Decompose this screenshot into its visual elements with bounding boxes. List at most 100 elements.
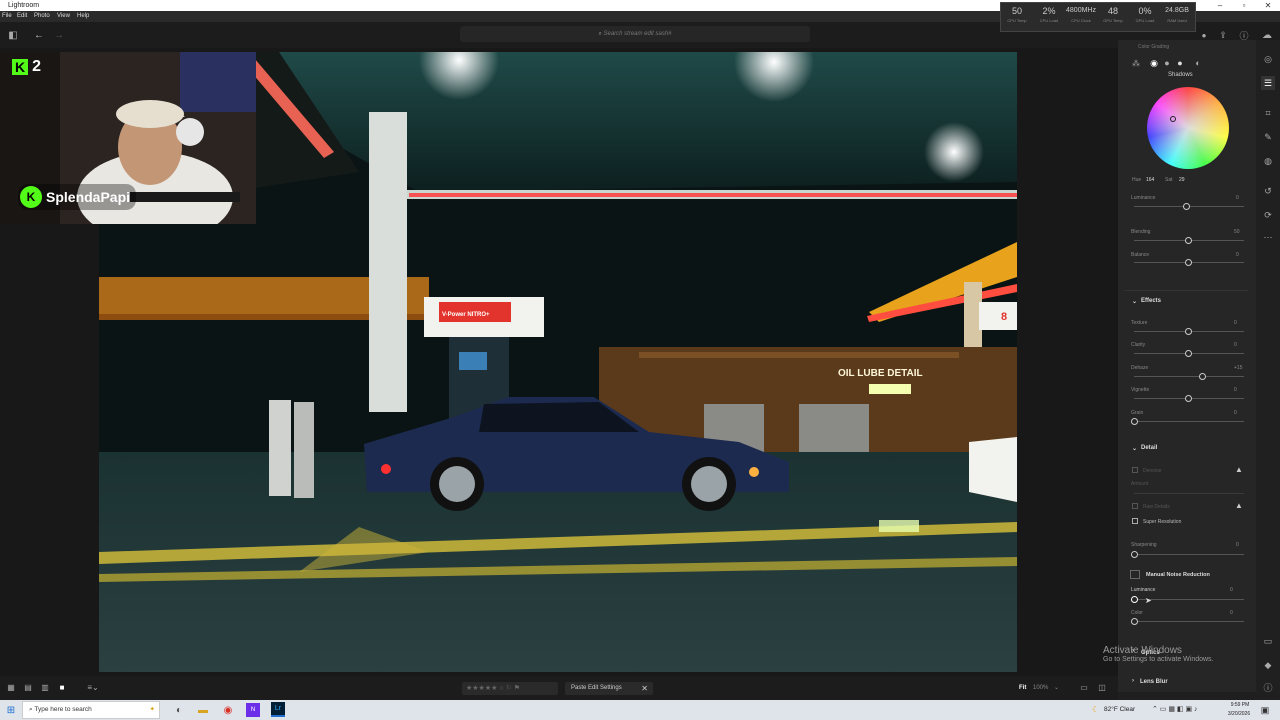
nr-luminance-knob[interactable] bbox=[1131, 596, 1138, 603]
grid-large-icon[interactable]: ▥ bbox=[40, 682, 50, 692]
dehaze-knob[interactable] bbox=[1199, 373, 1207, 380]
luminance-knob[interactable] bbox=[1183, 203, 1190, 210]
noise-reduction-toggle-icon[interactable] bbox=[1130, 570, 1140, 579]
raw-details-checkbox[interactable] bbox=[1132, 503, 1138, 509]
maximize-icon[interactable]: ▫ bbox=[1232, 0, 1256, 11]
crop-icon[interactable]: ⌗ bbox=[1261, 106, 1275, 120]
weather-text[interactable]: 82°F Clear bbox=[1104, 706, 1135, 713]
before-after-icon[interactable]: ◫ bbox=[1096, 682, 1108, 693]
taskbar-search-placeholder: Type here to search bbox=[34, 706, 92, 713]
highlights-wheel-icon[interactable]: ● bbox=[1175, 58, 1185, 68]
menu-view[interactable]: View bbox=[57, 11, 70, 22]
grain-value: 0 bbox=[1234, 410, 1237, 416]
fit-label[interactable]: Fit bbox=[1019, 685, 1026, 691]
chrome-icon[interactable]: ◉ bbox=[221, 703, 235, 717]
reject-icon[interactable]: ○ ⚐ ⚑ bbox=[499, 685, 520, 692]
menu-edit[interactable]: Edit bbox=[17, 11, 27, 22]
masking-icon[interactable]: ◍ bbox=[1261, 154, 1275, 168]
station-sign: V-Power NITRO+ bbox=[442, 312, 490, 318]
rating-flags[interactable]: ★★★★★ ○ ⚐ ⚑ bbox=[462, 682, 558, 695]
kick-logo-icon: K bbox=[20, 186, 42, 208]
forward-arrow-icon[interactable]: → bbox=[52, 28, 66, 42]
edge-icon[interactable]: ◐ bbox=[172, 703, 186, 717]
info-icon[interactable]: ⓘ bbox=[1261, 680, 1275, 694]
wheel-handle[interactable] bbox=[1170, 116, 1176, 122]
versions-icon[interactable]: ⟳ bbox=[1261, 208, 1275, 222]
hue-value[interactable]: 164 bbox=[1146, 177, 1154, 183]
wheel-title: Shadows bbox=[1168, 72, 1193, 78]
zoom-level[interactable]: 100% bbox=[1033, 685, 1048, 691]
color-wheel[interactable] bbox=[1147, 87, 1229, 169]
lens-blur-chevron-icon[interactable]: › bbox=[1132, 678, 1134, 684]
nr-color-slider[interactable] bbox=[1134, 621, 1244, 622]
windows-taskbar: ⊞ ⌕ Type here to search ✦ ◐ ▬ ◉ N Lr ☾ 8… bbox=[0, 700, 1280, 720]
balance-knob[interactable] bbox=[1185, 259, 1192, 266]
sharpening-slider[interactable] bbox=[1134, 554, 1244, 555]
lightroom-taskbar-icon[interactable]: Lr bbox=[271, 702, 285, 717]
file-explorer-icon[interactable]: ▬ bbox=[196, 703, 210, 717]
grain-slider[interactable] bbox=[1134, 421, 1244, 422]
stat-cpu-load: 2% CPU Load bbox=[1039, 6, 1059, 23]
clarity-knob[interactable] bbox=[1185, 350, 1192, 357]
stat-gpu-load: 0% GPU Load bbox=[1135, 6, 1155, 23]
grid-medium-icon[interactable]: ▤ bbox=[23, 682, 33, 692]
edit-sliders-icon[interactable]: ☰ bbox=[1261, 76, 1275, 90]
amount-slider[interactable] bbox=[1134, 493, 1244, 494]
system-stats-overlay: 50 CPU Temp 2% CPU Load 4800MHz CPU Clock 4… bbox=[1000, 2, 1196, 32]
midtones-wheel-icon[interactable]: ● bbox=[1162, 58, 1172, 68]
global-wheel-icon[interactable]: ◐ bbox=[1193, 58, 1203, 68]
luminance-label: Luminance bbox=[1131, 195, 1156, 201]
single-view-icon[interactable]: ■ bbox=[57, 682, 67, 692]
clock-time[interactable]: 9:59 PM bbox=[1226, 702, 1254, 708]
back-arrow-icon[interactable]: ← bbox=[32, 28, 46, 42]
effects-title[interactable]: Effects bbox=[1141, 298, 1161, 304]
paste-label[interactable]: Paste Edit Settings bbox=[571, 685, 622, 691]
sort-icon[interactable]: ≡⌄ bbox=[84, 682, 102, 692]
close-icon[interactable]: ✕ bbox=[1256, 0, 1280, 11]
tray-icons[interactable]: ⌃ ▭ ▦ ◧ ▣ ♪ bbox=[1152, 705, 1198, 713]
nr-color-knob[interactable] bbox=[1131, 618, 1138, 625]
minimize-icon[interactable]: – bbox=[1208, 0, 1232, 11]
shadows-wheel-icon[interactable]: ◉ bbox=[1149, 58, 1159, 68]
detail-chevron-icon[interactable]: ⌄ bbox=[1132, 445, 1137, 452]
sat-value[interactable]: 29 bbox=[1179, 177, 1185, 183]
keywords-icon[interactable]: ◆ bbox=[1261, 658, 1275, 672]
detail-title[interactable]: Detail bbox=[1141, 445, 1157, 451]
clock-date[interactable]: 3/20/2026 bbox=[1224, 711, 1254, 717]
compare-icon[interactable]: ▭ bbox=[1078, 682, 1090, 693]
menu-file[interactable]: File bbox=[2, 11, 12, 22]
denoise-checkbox[interactable] bbox=[1132, 467, 1138, 473]
texture-knob[interactable] bbox=[1185, 328, 1192, 335]
effects-chevron-icon[interactable]: ⌄ bbox=[1132, 298, 1137, 305]
comments-icon[interactable]: ▭ bbox=[1261, 634, 1275, 648]
vignette-knob[interactable] bbox=[1185, 395, 1192, 402]
healing-icon[interactable]: ✎ bbox=[1261, 130, 1275, 144]
sidebar-toggle-icon[interactable]: ◧ bbox=[6, 29, 20, 41]
three-way-icon[interactable]: ⁂ bbox=[1131, 58, 1141, 68]
grain-knob[interactable] bbox=[1131, 418, 1138, 425]
menu-photo[interactable]: Photo bbox=[34, 11, 50, 22]
close-icon[interactable]: ✕ bbox=[641, 682, 648, 695]
nzxt-icon[interactable]: N bbox=[246, 703, 260, 717]
paste-edit-settings[interactable]: Paste Edit Settings ✕ bbox=[565, 682, 653, 695]
sharpening-knob[interactable] bbox=[1131, 551, 1138, 558]
blending-knob[interactable] bbox=[1185, 237, 1192, 244]
windows-start-icon[interactable]: ⊞ bbox=[4, 703, 18, 717]
star-rating[interactable]: ★★★★★ bbox=[466, 685, 497, 692]
edit-panel[interactable]: Color Grading ⁂ ◉ ● ● ◐ Shadows Hue 164 … bbox=[1118, 40, 1256, 692]
grid-small-icon[interactable]: ▦ bbox=[6, 682, 16, 692]
notification-center-icon[interactable]: ▣ bbox=[1258, 703, 1272, 717]
dehaze-slider[interactable] bbox=[1134, 376, 1244, 377]
search-input[interactable]: ⌕ Search stream edit sash# bbox=[460, 26, 810, 42]
more-icon[interactable]: ⋯ bbox=[1261, 230, 1275, 244]
zoom-dropdown-icon[interactable]: ⌄ bbox=[1054, 684, 1059, 691]
lens-blur-title[interactable]: Lens Blur bbox=[1140, 679, 1168, 685]
history-icon[interactable]: ↺ bbox=[1261, 184, 1275, 198]
menu-help[interactable]: Help bbox=[77, 11, 89, 22]
sharpening-value: 0 bbox=[1236, 542, 1239, 548]
taskbar-search-input[interactable]: ⌕ Type here to search ✦ bbox=[22, 701, 160, 719]
super-resolution-checkbox[interactable] bbox=[1132, 518, 1138, 524]
webcam-overlay: K 2 K SplendaPapi bbox=[0, 52, 256, 224]
presets-icon[interactable]: ◎ bbox=[1261, 52, 1275, 66]
manual-nr-title[interactable]: Manual Noise Reduction bbox=[1146, 572, 1210, 578]
